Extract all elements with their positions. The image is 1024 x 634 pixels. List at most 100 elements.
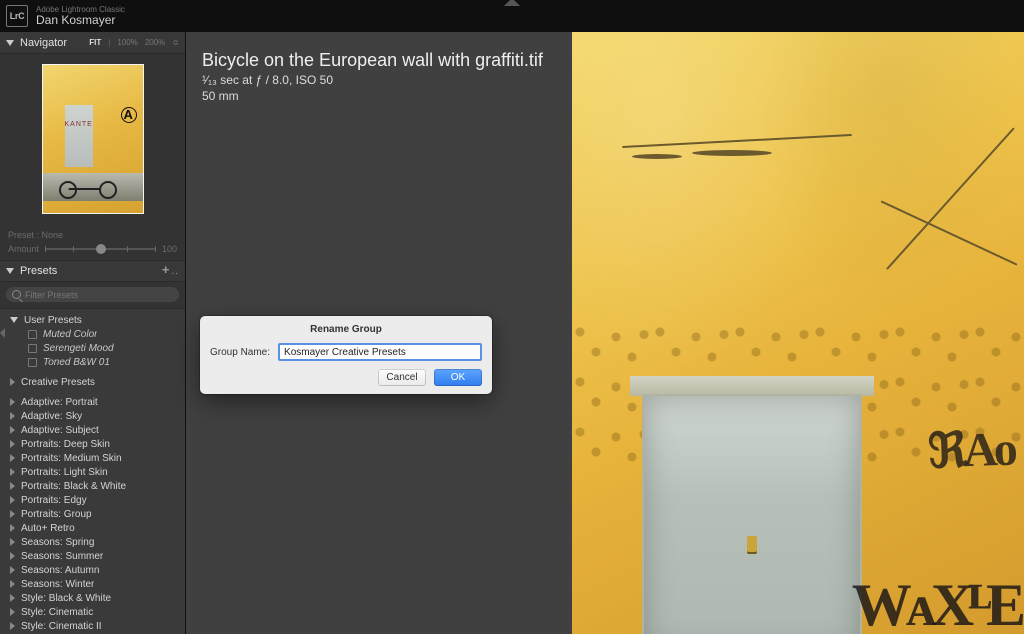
preset-item-label: Toned B&W 01 [43,357,110,368]
preset-group[interactable]: Seasons: Autumn [0,563,185,577]
expand-icon[interactable] [10,538,15,546]
preset-group-label: Creative Presets [21,377,95,388]
presets-header[interactable]: Presets +.. [0,260,185,282]
amount-slider[interactable] [45,248,156,250]
preset-group[interactable]: Portraits: Deep Skin [0,437,185,451]
add-preset-icon[interactable]: + [162,262,170,277]
zoom-more-icon[interactable]: ≎ [172,38,179,47]
expand-icon[interactable] [10,440,15,448]
navigator-header[interactable]: Navigator FIT | 100% 200% ≎ [0,32,185,54]
expand-icon[interactable] [10,552,15,560]
zoom-100[interactable]: 100% [117,38,137,47]
preset-group[interactable]: Style: Black & White [0,591,185,605]
username: Dan Kosmayer [36,14,125,28]
expand-icon[interactable] [10,412,15,420]
preset-menu-icon[interactable]: .. [171,266,179,277]
preset-group-label: Portraits: Black & White [21,481,126,492]
preset-group[interactable]: Auto+ Retro [0,521,185,535]
preset-search-placeholder: Filter Presets [25,290,78,300]
preset-group-label: Style: Cinematic II [21,621,102,632]
presets-title: Presets [20,265,57,277]
preset-group[interactable]: Portraits: Edgy [0,493,185,507]
graffiti-small-text: KANTE [65,121,93,128]
expand-icon[interactable] [10,378,15,386]
preset-group[interactable]: Adaptive: Subject [0,423,185,437]
preset-group-label: Portraits: Medium Skin [21,453,122,464]
expand-icon[interactable] [10,482,15,490]
preset-group-user[interactable]: User Presets [0,313,185,327]
title-bar: LrC Adobe Lightroom Classic Dan Kosmayer [0,0,1024,32]
preset-group-label: Adaptive: Portrait [21,397,98,408]
preset-checkbox[interactable] [28,358,37,367]
left-panel: Navigator FIT | 100% 200% ≎ KANTE Preset… [0,32,186,634]
preset-group-label: Portraits: Light Skin [21,467,108,478]
cancel-button[interactable]: Cancel [378,369,426,386]
preset-group[interactable]: Adaptive: Sky [0,409,185,423]
preset-group-label: User Presets [24,315,82,326]
preset-group[interactable]: Portraits: Medium Skin [0,451,185,465]
expand-icon[interactable] [10,426,15,434]
dialog-title: Rename Group [210,324,482,335]
slider-thumb-icon[interactable] [96,244,106,254]
preset-group-label: Portraits: Group [21,509,92,520]
expand-icon[interactable] [10,454,15,462]
expand-icon[interactable] [10,468,15,476]
amount-value: 100 [162,244,177,254]
image-exposure: ¹⁄₁₃ sec at ƒ / 8.0, ISO 50 [202,73,556,87]
image-crack [692,150,772,156]
preset-tree: User Presets Muted Color Serengeti Mood … [0,309,185,634]
ok-button[interactable]: OK [434,369,482,386]
collapse-icon[interactable] [6,268,14,274]
expand-icon[interactable] [10,524,15,532]
collapse-left-panel-icon[interactable] [0,321,5,345]
expand-icon[interactable] [10,580,15,588]
preset-search-row: Filter Presets [0,282,185,309]
preset-group-label: Adaptive: Subject [21,425,99,436]
preset-group[interactable]: Portraits: Group [0,507,185,521]
preset-item[interactable]: Toned B&W 01 [0,355,185,369]
preset-group[interactable]: Portraits: Black & White [0,479,185,493]
expand-icon[interactable] [10,594,15,602]
preset-search-input[interactable]: Filter Presets [6,287,179,302]
preset-group-creative[interactable]: Creative Presets [0,375,185,389]
preset-item[interactable]: Serengeti Mood [0,341,185,355]
bicycle-icon [53,167,123,199]
navigator-preview[interactable]: KANTE [0,54,185,224]
preset-group-label: Seasons: Winter [21,579,94,590]
preset-group-label: Seasons: Autumn [21,565,99,576]
preset-current-label: Preset : None [8,230,63,240]
expand-icon[interactable] [10,317,18,323]
preset-checkbox[interactable] [28,344,37,353]
image-filename: Bicycle on the European wall with graffi… [202,50,556,71]
preset-checkbox[interactable] [28,330,37,339]
expand-icon[interactable] [10,510,15,518]
preset-item[interactable]: Muted Color [0,327,185,341]
zoom-200[interactable]: 200% [145,38,165,47]
preset-group[interactable]: Seasons: Summer [0,549,185,563]
image-door-lintel [630,376,874,396]
expand-icon[interactable] [10,398,15,406]
panel-reveal-caret-icon[interactable] [504,0,520,6]
preset-amount-block: Preset : None Amount 100 [0,224,185,260]
preset-group[interactable]: Adaptive: Portrait [0,395,185,409]
image-graffiti: WᴀXᴸE [852,571,1020,634]
rename-group-dialog: Rename Group Group Name: Cancel OK [200,316,492,394]
group-name-input[interactable] [278,343,482,361]
expand-icon[interactable] [10,608,15,616]
preset-group-label: Auto+ Retro [21,523,75,534]
main-image-preview[interactable]: ℜAo WᴀXᴸE [572,32,1024,634]
preset-group[interactable]: Portraits: Light Skin [0,465,185,479]
preset-group-label: Seasons: Summer [21,551,103,562]
expand-icon[interactable] [10,496,15,504]
search-icon [12,290,21,299]
expand-icon[interactable] [10,566,15,574]
preset-group[interactable]: Style: Cinematic [0,605,185,619]
preset-group[interactable]: Seasons: Winter [0,577,185,591]
collapse-icon[interactable] [6,40,14,46]
preset-group[interactable]: Style: Cinematic II [0,619,185,633]
zoom-fit[interactable]: FIT [89,38,101,47]
expand-icon[interactable] [10,622,15,630]
preset-group[interactable]: Seasons: Spring [0,535,185,549]
image-focal-length: 50 mm [202,89,556,103]
preset-item-label: Serengeti Mood [43,343,114,354]
